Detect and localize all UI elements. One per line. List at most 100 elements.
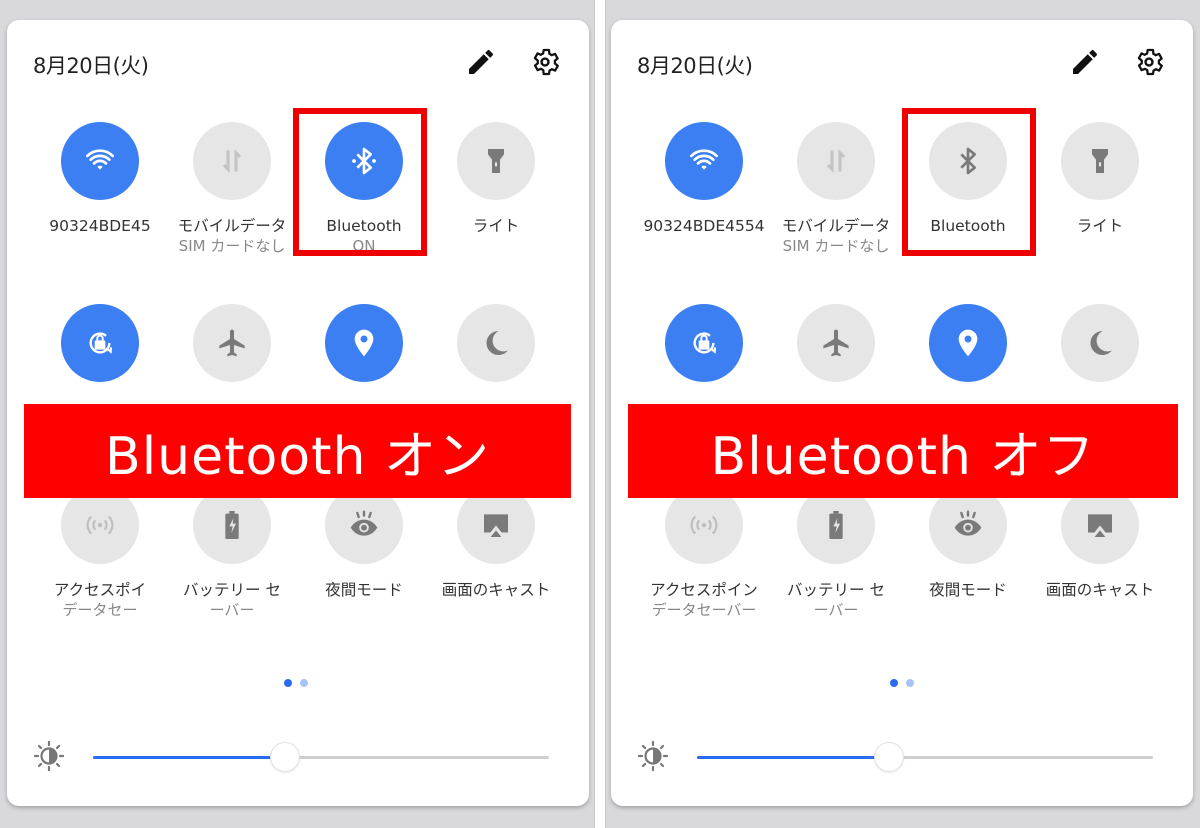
tile-label: 90324BDE45: [49, 217, 151, 235]
tile-sublabel: ーバー: [813, 601, 859, 619]
page-indicator: [611, 679, 1193, 687]
tile-label: アクセスポイン: [650, 581, 758, 599]
tile-bluetooth[interactable]: Bluetooth: [902, 122, 1034, 256]
wifi-icon: [84, 145, 116, 177]
tile-sublabel: [638, 236, 770, 256]
tile-toggle-mobile-data[interactable]: [193, 122, 271, 200]
tile-hotspot[interactable]: アクセスポイ データセー: [34, 486, 166, 620]
moon-icon: [1084, 327, 1116, 359]
page-dot-1[interactable]: [284, 679, 292, 687]
tile-battery-saver[interactable]: バッテリー セーバー: [166, 486, 298, 620]
tile-sublabel: データセーバー: [651, 601, 757, 619]
tile-sublabel: SIM カードなし: [178, 237, 286, 255]
flashlight-icon: [480, 145, 512, 177]
tile-label: モバイルデータ: [781, 217, 891, 235]
slider-fill: [697, 756, 889, 759]
tile-sublabel: [430, 236, 562, 256]
tile-cast[interactable]: 画面のキャスト: [430, 486, 562, 620]
tile-cast[interactable]: 画面のキャスト: [1034, 486, 1166, 620]
tile-wifi[interactable]: 90324BDE4554: [638, 122, 770, 256]
page-dot-1[interactable]: [890, 679, 898, 687]
tile-toggle-airplane[interactable]: [193, 304, 271, 382]
eye-icon: [348, 509, 380, 541]
airplane-icon: [216, 327, 248, 359]
tile-eye[interactable]: 夜間モード: [298, 486, 430, 620]
tile-label: Bluetooth: [326, 217, 402, 235]
pencil-icon[interactable]: [465, 46, 497, 78]
tile-sublabel: [902, 600, 1034, 620]
tile-bluetooth[interactable]: Bluetooth ON: [298, 122, 430, 256]
hotspot-icon: [84, 509, 116, 541]
caption-banner: Bluetooth オフ: [628, 404, 1178, 498]
tile-wifi[interactable]: 90324BDE45: [34, 122, 166, 256]
tile-hotspot[interactable]: アクセスポイン データセーバー: [638, 486, 770, 620]
tile-toggle-flashlight[interactable]: [1061, 122, 1139, 200]
tile-toggle-moon[interactable]: [1061, 304, 1139, 382]
tile-sublabel: [1034, 236, 1166, 256]
tile-sublabel: [34, 236, 166, 256]
image-divider: [594, 0, 606, 828]
location-icon: [348, 327, 380, 359]
tile-label: ライト: [472, 217, 520, 235]
tile-toggle-auto-rotate[interactable]: [665, 304, 743, 382]
tile-toggle-location[interactable]: [929, 304, 1007, 382]
tile-label: バッテリー セ: [183, 581, 281, 599]
tile-toggle-auto-rotate[interactable]: [61, 304, 139, 382]
tile-label: 画面のキャスト: [1045, 581, 1155, 599]
tile-toggle-wifi[interactable]: [61, 122, 139, 200]
gear-icon[interactable]: [529, 46, 561, 78]
pencil-icon[interactable]: [1069, 46, 1101, 78]
page-dot-2[interactable]: [300, 679, 308, 687]
tile-mobile-data[interactable]: モバイルデータ SIM カードなし: [166, 122, 298, 256]
tile-label: モバイルデータ: [177, 217, 287, 235]
eye-icon: [952, 509, 984, 541]
quick-settings-panel-bluetooth-on: 8月20日(火) 90324BDE45 モバイルデータ SIM カードなし Bluet…: [7, 20, 589, 806]
tile-sublabel: SIM カードなし: [782, 237, 890, 255]
mobile-data-icon: [216, 145, 248, 177]
tile-label: アクセスポイ: [53, 581, 147, 599]
tile-label: 画面のキャスト: [441, 581, 551, 599]
tile-toggle-location[interactable]: [325, 304, 403, 382]
tile-sublabel: ーバー: [209, 601, 255, 619]
tile-sublabel: [298, 600, 430, 620]
tile-toggle-bluetooth[interactable]: [325, 122, 403, 200]
tile-label: 夜間モード: [325, 581, 403, 599]
tile-toggle-flashlight[interactable]: [457, 122, 535, 200]
cast-icon: [480, 509, 512, 541]
tile-toggle-mobile-data[interactable]: [797, 122, 875, 200]
tile-toggle-airplane[interactable]: [797, 304, 875, 382]
tile-toggle-bluetooth[interactable]: [929, 122, 1007, 200]
tile-eye[interactable]: 夜間モード: [902, 486, 1034, 620]
slider-thumb[interactable]: [269, 742, 300, 772]
brightness-icon: [637, 740, 669, 772]
tile-sublabel: [430, 600, 562, 620]
hotspot-icon: [688, 509, 720, 541]
caption-banner: Bluetooth オン: [24, 404, 571, 498]
tile-sublabel: データセー: [62, 601, 138, 619]
moon-icon: [480, 327, 512, 359]
auto-rotate-icon: [688, 327, 720, 359]
airplane-icon: [820, 327, 852, 359]
tile-flashlight[interactable]: ライト: [430, 122, 562, 256]
slider-fill: [93, 756, 285, 759]
brightness-slider[interactable]: [697, 741, 1153, 773]
brightness-slider[interactable]: [93, 741, 549, 773]
tile-battery-saver[interactable]: バッテリー セーバー: [770, 486, 902, 620]
cast-icon: [1084, 509, 1116, 541]
tile-label: 夜間モード: [929, 581, 1007, 599]
tile-mobile-data[interactable]: モバイルデータ SIM カードなし: [770, 122, 902, 256]
slider-thumb[interactable]: [873, 742, 904, 772]
tile-label: ライト: [1076, 217, 1124, 235]
gear-icon[interactable]: [1133, 46, 1165, 78]
brightness-icon: [33, 740, 65, 772]
page-dot-2[interactable]: [906, 679, 914, 687]
tile-toggle-wifi[interactable]: [665, 122, 743, 200]
flashlight-icon: [1084, 145, 1116, 177]
tile-flashlight[interactable]: ライト: [1034, 122, 1166, 256]
tile-sublabel: ON: [352, 237, 376, 255]
tile-toggle-moon[interactable]: [457, 304, 535, 382]
mobile-data-icon: [820, 145, 852, 177]
tile-label: 90324BDE4554: [643, 217, 765, 235]
auto-rotate-icon: [84, 327, 116, 359]
battery-saver-icon: [216, 509, 248, 541]
